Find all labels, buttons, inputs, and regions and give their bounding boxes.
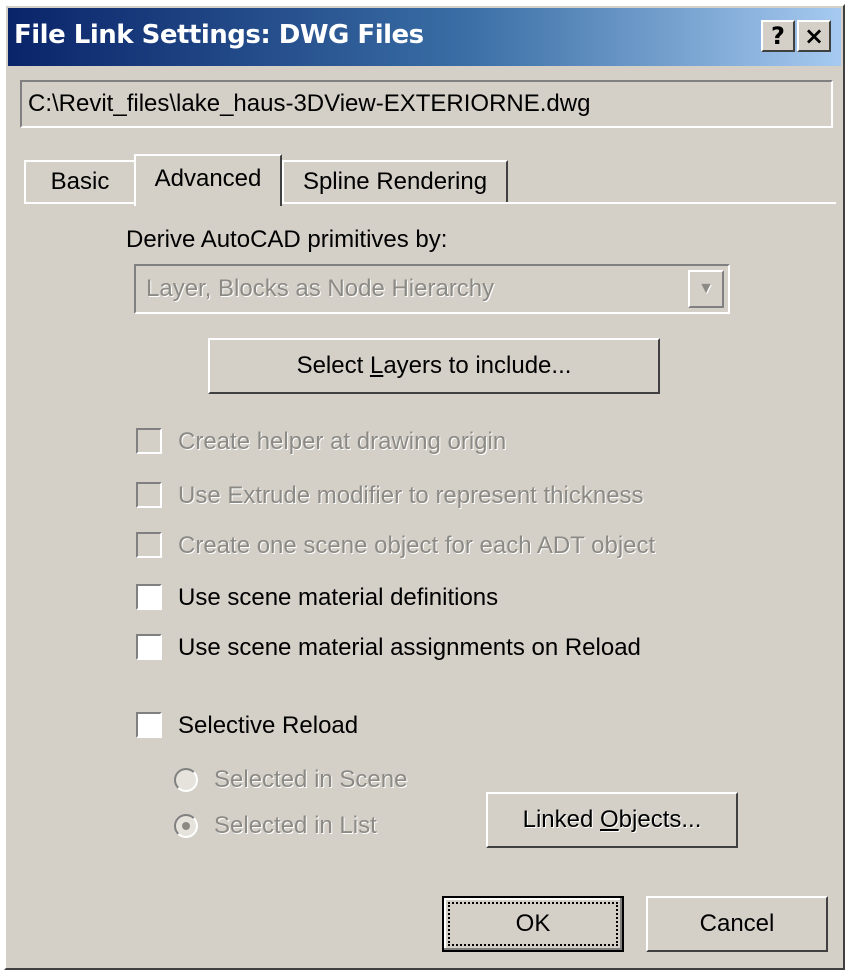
- use-extrude-checkbox[interactable]: [136, 482, 162, 508]
- scene-material-assignments-label: Use scene material assignments on Reload: [178, 634, 641, 661]
- derive-primitives-value: Layer, Blocks as Node Hierarchy: [146, 275, 495, 302]
- scene-material-definitions-label: Use scene material definitions: [178, 584, 499, 611]
- selective-reload-checkbox[interactable]: [136, 712, 162, 738]
- linked-objects-button[interactable]: Linked Objects...: [486, 792, 738, 848]
- selected-in-scene-label: Selected in Scene: [214, 766, 408, 793]
- selected-in-list-label: Selected in List: [214, 812, 377, 839]
- dropdown-arrow-icon[interactable]: ▼: [688, 270, 724, 308]
- scene-material-definitions-checkbox[interactable]: [136, 584, 162, 610]
- linked-objects-accel: O: [600, 806, 619, 833]
- tab-advanced[interactable]: Advanced: [134, 154, 282, 206]
- derive-primitives-dropdown[interactable]: Layer, Blocks as Node Hierarchy ▼: [134, 264, 730, 314]
- scene-material-assignments-checkbox[interactable]: [136, 634, 162, 660]
- file-link-settings-dialog: File Link Settings: DWG Files ? × C:\Rev…: [4, 4, 845, 970]
- linked-objects-label-pre: Linked: [522, 806, 600, 833]
- window-title: File Link Settings: DWG Files: [14, 20, 424, 50]
- close-button[interactable]: ×: [797, 20, 831, 52]
- ok-button[interactable]: OK: [442, 896, 624, 952]
- selected-in-scene-radio[interactable]: [174, 768, 198, 792]
- help-button[interactable]: ?: [761, 20, 795, 52]
- create-scene-object-checkbox[interactable]: [136, 532, 162, 558]
- selective-reload-label: Selective Reload: [178, 712, 359, 739]
- title-bar[interactable]: File Link Settings: DWG Files ? ×: [8, 8, 841, 66]
- tab-spline-rendering[interactable]: Spline Rendering: [282, 160, 508, 202]
- select-layers-label-pre: Select: [296, 352, 370, 379]
- derive-primitives-label: Derive AutoCAD primitives by:: [126, 226, 448, 253]
- tab-basic[interactable]: Basic: [24, 160, 136, 202]
- select-layers-button[interactable]: Select Layers to include...: [208, 338, 660, 394]
- selected-in-list-radio[interactable]: [174, 814, 198, 838]
- radio-dot-icon: [182, 822, 190, 830]
- select-layers-accel: L: [369, 352, 384, 379]
- use-extrude-label: Use Extrude modifier to represent thickn…: [178, 482, 644, 509]
- cancel-button[interactable]: Cancel: [646, 896, 828, 952]
- create-scene-object-label: Create one scene object for each ADT obj…: [178, 532, 656, 559]
- create-helper-label: Create helper at drawing origin: [178, 428, 507, 455]
- select-layers-label-post: ayers to include...: [383, 352, 572, 379]
- file-path-field: C:\Revit_files\lake_haus-3DView-EXTERIOR…: [20, 80, 833, 128]
- create-helper-checkbox[interactable]: [136, 428, 162, 454]
- linked-objects-label-post: bjects...: [618, 806, 702, 833]
